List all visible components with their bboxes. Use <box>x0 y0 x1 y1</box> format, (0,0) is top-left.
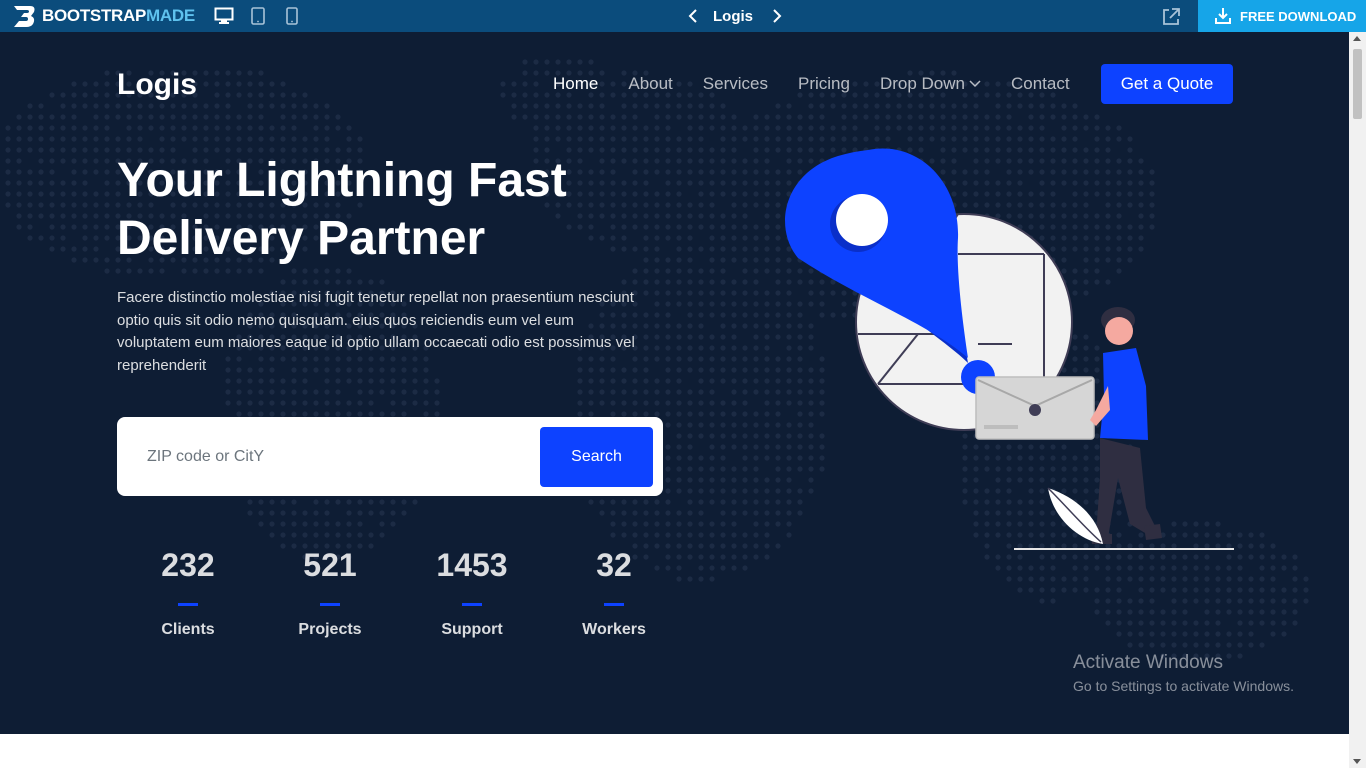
chevron-left-icon[interactable] <box>683 6 703 26</box>
brand-main-text: BOOTSTRAP <box>42 6 147 25</box>
download-icon <box>1215 8 1231 24</box>
stat-support: 1453 Support <box>401 547 543 639</box>
stat-label: Projects <box>298 621 362 638</box>
scroll-thumb[interactable] <box>1353 49 1362 119</box>
main-nav: Home About Services Pricing Drop Down Co… <box>553 74 1070 94</box>
person-head <box>1105 317 1133 345</box>
stat-value: 1453 <box>436 547 508 583</box>
hero-section: Logis Home About Services Pricing Drop D… <box>0 32 1349 734</box>
page-scrollbar[interactable] <box>1349 32 1366 768</box>
nav-item-services[interactable]: Services <box>703 74 768 94</box>
nav-item-dropdown-label: Drop Down <box>879 74 965 93</box>
person-legs <box>1096 438 1156 538</box>
stat-value: 232 <box>161 547 215 583</box>
tablet-icon[interactable] <box>248 6 268 26</box>
parcel-seal <box>1029 404 1041 416</box>
stats-row: 232 Clients 521 Projects 1453 Support 32… <box>117 547 685 639</box>
stat-divider <box>178 603 198 606</box>
stat-label: Workers <box>582 621 646 638</box>
free-download-button[interactable]: FREE DOWNLOAD <box>1198 0 1366 32</box>
stat-clients: 232 Clients <box>117 547 259 639</box>
preview-topbar: BOOTSTRAPMADE Logis FREE DOWNLOAD <box>0 0 1366 32</box>
nav-item-dropdown[interactable]: Drop Down <box>880 74 981 94</box>
chevron-right-icon[interactable] <box>767 6 787 26</box>
nav-item-contact[interactable]: Contact <box>1011 74 1070 94</box>
scroll-down-arrow-icon[interactable] <box>1353 759 1361 764</box>
get-a-quote-button[interactable]: Get a Quote <box>1101 64 1233 104</box>
hero-description: Facere distinctio molestiae nisi fugit t… <box>117 289 635 374</box>
desktop-icon[interactable] <box>214 6 234 26</box>
zip-city-search-input[interactable] <box>135 429 535 484</box>
mobile-icon[interactable] <box>282 6 302 26</box>
site-logo[interactable]: Logis <box>117 68 197 102</box>
external-link-icon[interactable] <box>1160 6 1182 28</box>
bootstrapmade-logo[interactable]: BOOTSTRAPMADE <box>12 4 195 28</box>
bootstrapmade-logo-icon <box>14 6 35 27</box>
stat-label: Support <box>441 621 503 638</box>
bootstrapmade-wordmark: BOOTSTRAPMADE <box>42 6 195 26</box>
free-download-label: FREE DOWNLOAD <box>1240 8 1357 24</box>
search-button[interactable]: Search <box>540 427 653 487</box>
brand-accent-text: MADE <box>146 6 195 25</box>
scroll-up-arrow-icon[interactable] <box>1353 36 1361 41</box>
stat-value: 32 <box>596 547 632 583</box>
search-form: Search <box>117 417 663 496</box>
windows-activation-watermark: Activate Windows Go to Settings to activ… <box>1073 652 1294 694</box>
activation-subtitle: Go to Settings to activate Windows. <box>1073 678 1294 694</box>
stat-divider <box>604 603 624 606</box>
location-pin-hole <box>836 194 888 246</box>
nav-item-about[interactable]: About <box>628 74 672 94</box>
template-title: Logis <box>713 7 753 25</box>
device-switcher <box>214 6 302 26</box>
stat-label: Clients <box>161 621 215 638</box>
person-shoe-right <box>1144 524 1162 540</box>
stat-divider <box>320 603 340 606</box>
stat-workers: 32 Workers <box>543 547 685 639</box>
stat-value: 521 <box>303 547 357 583</box>
chevron-down-icon <box>969 80 981 88</box>
activation-title: Activate Windows <box>1073 652 1223 673</box>
template-navigator: Logis <box>683 0 787 32</box>
parcel-label <box>984 425 1018 429</box>
hero-headline: Your Lightning Fast Delivery Partner <box>117 154 567 265</box>
stat-projects: 521 Projects <box>259 547 401 639</box>
delivery-illustration <box>785 148 1234 550</box>
nav-item-pricing[interactable]: Pricing <box>798 74 850 94</box>
stat-divider <box>462 603 482 606</box>
nav-item-home[interactable]: Home <box>553 74 598 94</box>
